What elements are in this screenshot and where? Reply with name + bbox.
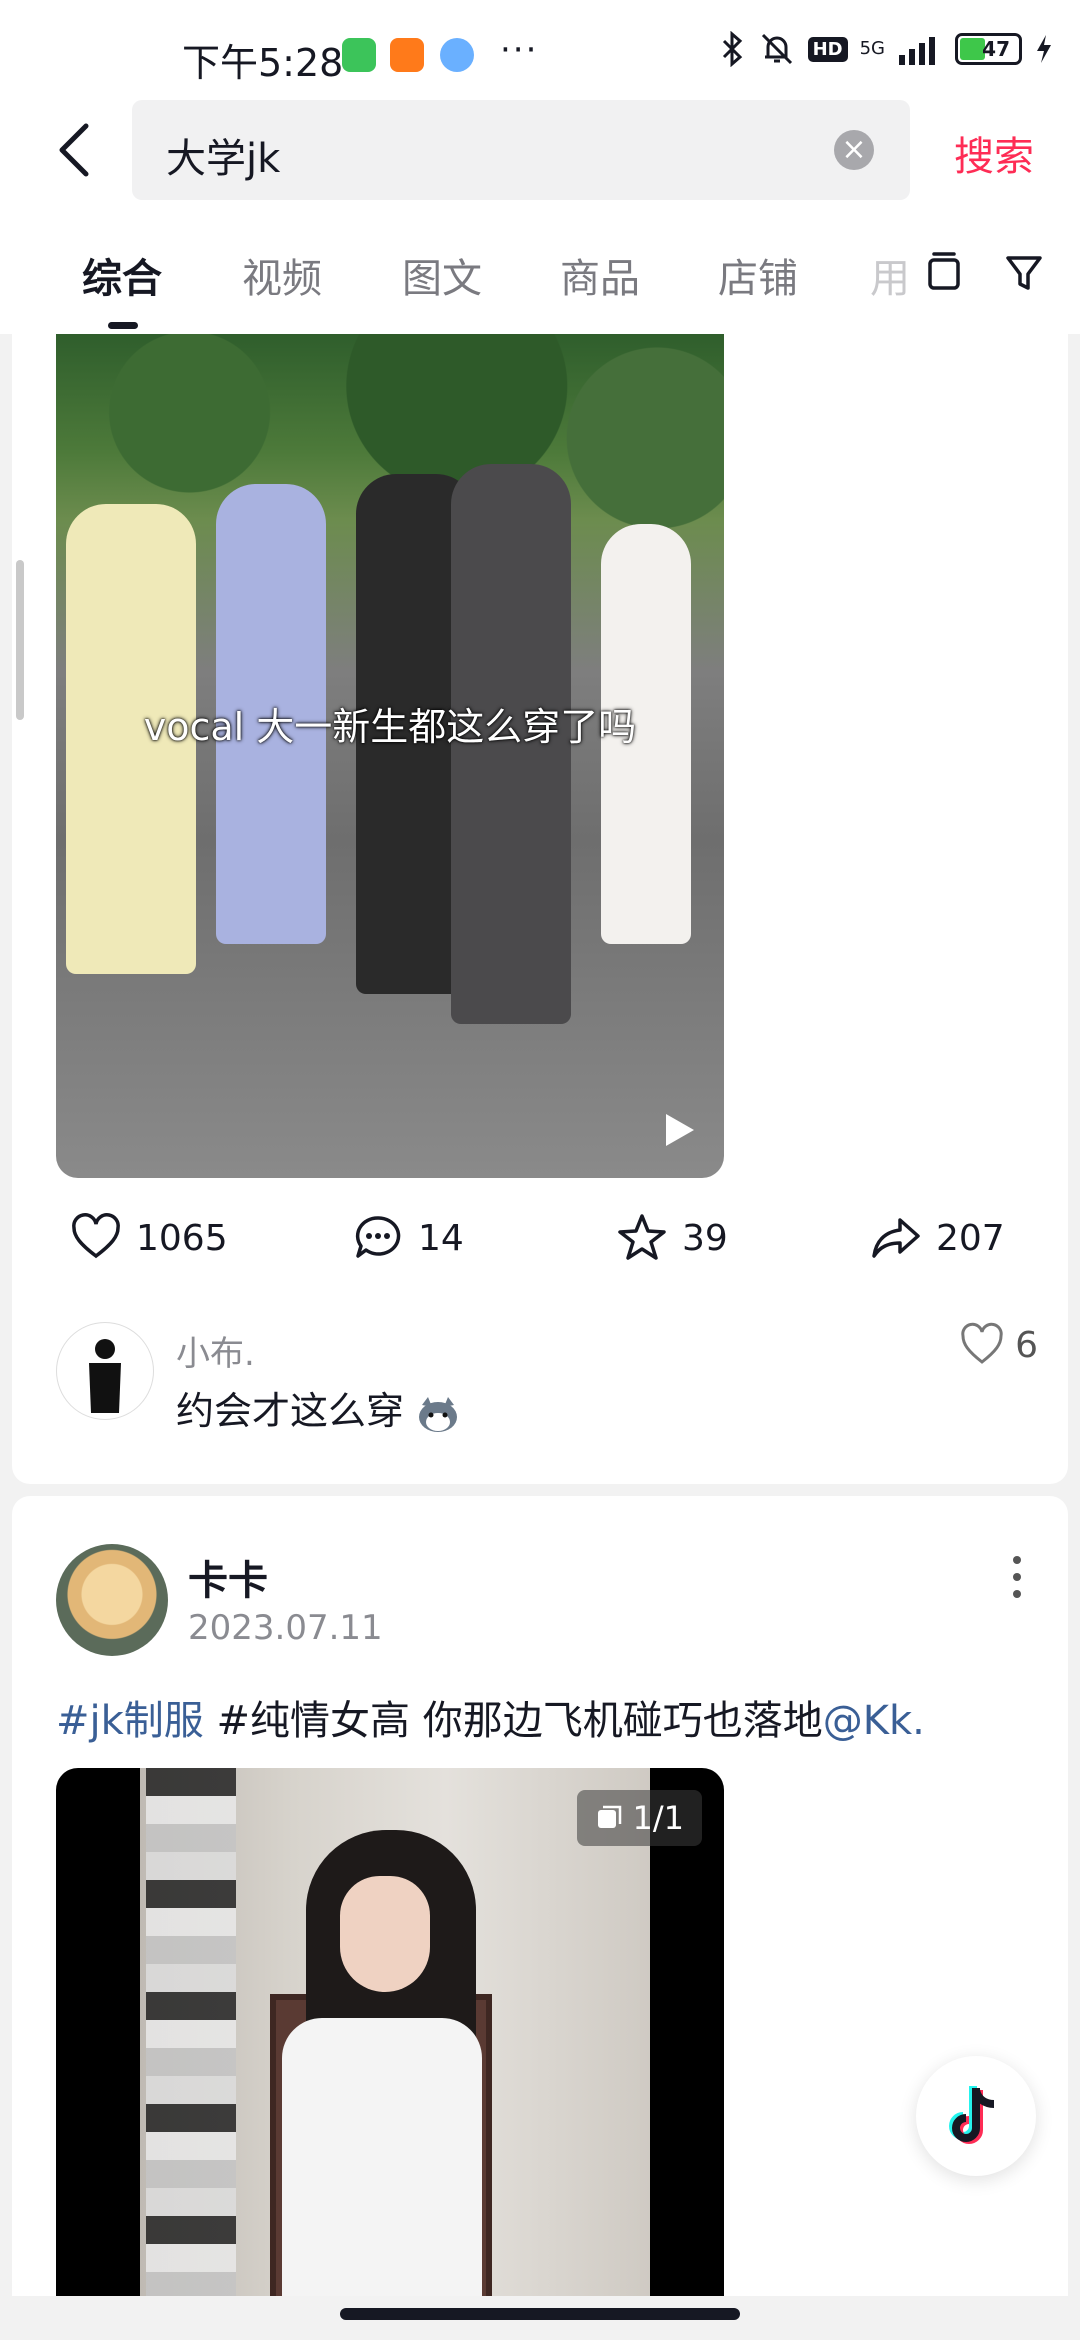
video-thumbnail[interactable]: vocal 大一新生都这么穿了吗 — [56, 334, 724, 1178]
status-bar: 下午5:28 ··· HD 5G 47 — [0, 0, 1080, 100]
husky-emoji-icon — [419, 1396, 458, 1432]
photo-shirt — [282, 2018, 482, 2296]
author-avatar[interactable] — [56, 1544, 168, 1656]
post-photo[interactable]: 1/1 — [56, 1768, 724, 2296]
battery-label: 47 — [982, 37, 1010, 61]
like-button[interactable]: 1065 — [70, 1212, 228, 1264]
gallery-icon — [597, 1805, 621, 1828]
comment-icon — [355, 1216, 401, 1258]
author-name[interactable]: 卡卡 — [188, 1548, 268, 1606]
post-body: 你那边飞机碰巧也落地 — [410, 1698, 823, 1744]
status-right: HD 5G 47 — [718, 30, 1054, 68]
tab-products[interactable]: 商品 — [560, 246, 640, 304]
comment-text: 约会才这么穿 — [176, 1380, 460, 1435]
tiktok-logo-icon — [949, 2086, 995, 2144]
filter-icon[interactable] — [1004, 250, 1044, 294]
share-icon — [872, 1218, 920, 1258]
image-count: 1/1 — [632, 1799, 685, 1837]
heart-icon — [72, 1213, 120, 1259]
status-time: 下午5:28 — [182, 41, 344, 85]
hd-badge: HD — [807, 36, 848, 62]
photo-post-card[interactable]: 卡卡 2023.07.11 #jk制服 #纯情女高 你那边飞机碰巧也落地@Kk.… — [12, 1496, 1068, 2296]
more-notifications-icon: ··· — [500, 30, 539, 70]
share-button[interactable]: 207 — [870, 1212, 1005, 1264]
comment-count: 14 — [418, 1217, 464, 1259]
tab-image-text[interactable]: 图文 — [402, 246, 482, 304]
image-count-badge: 1/1 — [576, 1790, 702, 1846]
post-date: 2023.07.11 — [188, 1608, 383, 1648]
favorite-count: 39 — [682, 1217, 728, 1259]
star-icon — [618, 1214, 666, 1260]
tab-shops[interactable]: 店铺 — [718, 246, 798, 304]
scrollbar-thumb[interactable] — [16, 560, 24, 720]
search-header: 大学jk × 搜索 — [0, 100, 1080, 210]
share-count: 207 — [936, 1217, 1005, 1259]
favorite-button[interactable]: 39 — [616, 1212, 728, 1264]
tiktok-floating-button[interactable] — [916, 2056, 1036, 2176]
comment-like-count: 6 — [1015, 1324, 1038, 1366]
tab-video[interactable]: 视频 — [242, 246, 322, 304]
commenter-avatar[interactable] — [56, 1322, 154, 1420]
battery-icon: 47 — [955, 33, 1022, 65]
top-comment[interactable]: 小布. 约会才这么穿 6 — [12, 1322, 1068, 1442]
comment-like-button[interactable]: 6 — [959, 1322, 1038, 1368]
mute-bell-icon — [761, 33, 792, 65]
mention-link[interactable]: @Kk. — [823, 1698, 925, 1744]
like-count: 1065 — [136, 1217, 228, 1259]
search-button[interactable]: 搜索 — [954, 124, 1034, 182]
tab-comprehensive[interactable]: 综合 — [82, 246, 162, 304]
network-label: 5G — [859, 38, 885, 59]
post-text: #jk制服 #纯情女高 你那边飞机碰巧也落地@Kk. — [56, 1688, 925, 1746]
video-post-card[interactable]: vocal 大一新生都这么穿了吗 1065 14 39 207 小布. 约会才这… — [12, 334, 1068, 1484]
signal-icon — [899, 37, 935, 65]
video-caption: vocal 大一新生都这么穿了吗 — [143, 705, 637, 749]
search-input[interactable]: 大学jk × — [132, 100, 910, 200]
bluetooth-icon — [722, 31, 742, 67]
result-tabs: 综合 视频 图文 商品 店铺 用 — [0, 210, 1080, 334]
comment-body: 约会才这么穿 — [176, 1389, 405, 1433]
hashtag-plain[interactable]: #纯情女高 — [217, 1698, 411, 1744]
tab-users[interactable]: 用 — [870, 246, 910, 304]
play-icon[interactable] — [658, 1110, 698, 1150]
avatar-figure — [89, 1339, 121, 1413]
wechat-icon — [342, 38, 376, 72]
heart-icon — [961, 1322, 1003, 1364]
58-icon — [390, 38, 424, 72]
back-arrow-icon[interactable] — [52, 120, 102, 180]
home-indicator[interactable] — [340, 2308, 740, 2320]
photo-face — [340, 1876, 430, 1992]
search-query[interactable]: 大学jk — [166, 126, 280, 184]
more-options-icon[interactable] — [1010, 1552, 1024, 1602]
commenter-name[interactable]: 小布. — [176, 1326, 255, 1375]
charging-icon — [1037, 35, 1051, 63]
clear-search-icon[interactable]: × — [834, 130, 874, 170]
hashtag-link[interactable]: #jk制服 — [56, 1698, 204, 1744]
app-icon — [440, 38, 474, 72]
active-tab-indicator — [108, 322, 138, 329]
video-stats: 1065 14 39 207 — [12, 1212, 1068, 1272]
comment-button[interactable]: 14 — [352, 1212, 464, 1264]
layout-toggle-icon[interactable] — [924, 250, 964, 294]
photo-mosaic — [146, 1768, 236, 2296]
